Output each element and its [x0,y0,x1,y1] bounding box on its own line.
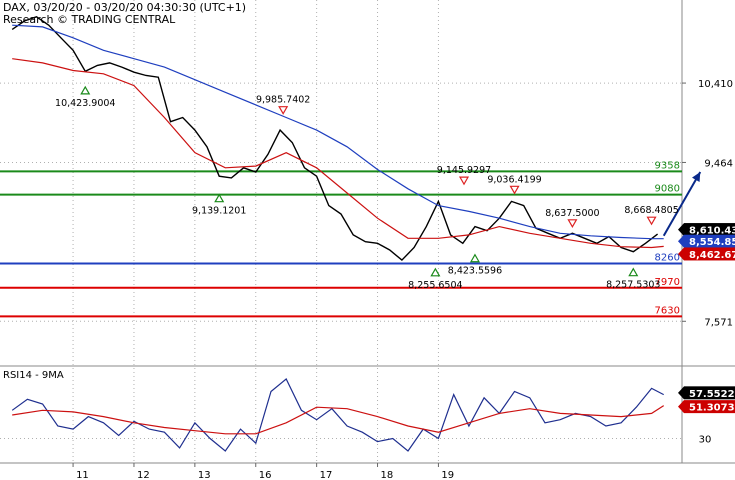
rsi-series-line-0 [11,378,664,452]
high-marker [567,219,578,229]
rsi-current-pointer [678,400,684,414]
high-value-label: 8,637.5000 [545,208,599,219]
x-tick-label: 16 [259,470,272,480]
x-tick-label: 17 [320,470,333,480]
low-value-label: 8,255.6504 [408,280,462,291]
high-value-label: 9,036.4199 [487,174,541,185]
level-label-9358: 9358 [655,160,680,171]
x-tick-label: 19 [441,470,454,480]
low-value-label: 10,423.9004 [55,98,115,109]
rsi-current-pointer [678,386,684,400]
rsi-series-line-1 [12,405,665,435]
low-marker [628,267,639,277]
grid [0,0,735,464]
low-value-label: 8,423.5596 [448,266,502,277]
level-lines: 93589080826079707630 [0,160,682,318]
price-series-line-1 [12,24,664,240]
x-tick-label: 18 [381,470,394,480]
y-tick-label: 10,410 [698,79,733,90]
current-price-label: 8,554.85 [689,237,735,248]
low-marker [214,193,225,203]
high-marker [278,106,289,115]
high-value-label: 9,145.9297 [437,165,491,176]
x-tick-label: 12 [137,470,150,480]
low-marker [80,85,91,95]
current-price-pointer [678,223,684,237]
y-tick-label: 7,571 [704,317,733,328]
price-series [11,16,664,262]
rsi-title: RSI14 - 9MA [3,370,64,381]
x-tick-label: 13 [198,470,211,480]
price-series-line-2 [12,58,664,249]
high-value-label: 9,985.7402 [256,95,310,106]
level-label-8260: 8260 [655,252,680,263]
y-tick-label: 9,464 [704,158,733,169]
level-label-9080: 9080 [655,184,680,195]
level-label-7630: 7630 [655,305,680,316]
high-marker [509,185,520,195]
high-value-label: 8,668.4805 [624,205,678,216]
chart-canvas: 93589080826079707630 10,423.9004 9,985.74… [0,0,735,480]
low-marker [469,253,480,263]
high-marker [458,176,470,186]
low-value-label: 9,139.1201 [192,206,246,217]
current-price-pointer [678,234,684,248]
rsi-current-label: 57.5522 [689,389,735,400]
low-value-label: 8,257.5303 [606,280,660,291]
price-series-line-0 [11,16,659,262]
high-marker [646,216,657,226]
current-price-label: 8,462.67 [689,250,735,261]
x-tick-label: 11 [76,470,89,480]
rsi-y-tick-label: 30 [699,435,712,446]
chart-source: Research © TRADING CENTRAL [3,13,176,26]
rsi-current-label: 51.3073 [689,403,735,414]
